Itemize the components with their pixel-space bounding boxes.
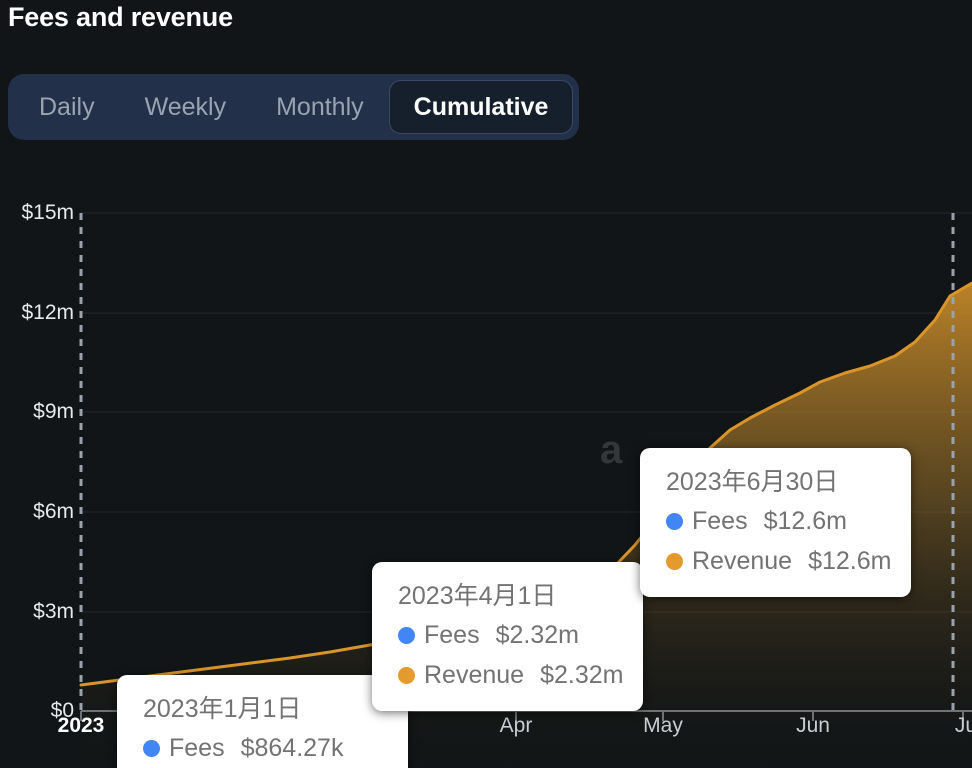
tab-monthly[interactable]: Monthly	[251, 80, 389, 134]
tooltip-series-value: $2.32m	[496, 616, 579, 656]
granularity-tab-bar: Daily Weekly Monthly Cumulative	[8, 74, 579, 140]
tab-daily[interactable]: Daily	[14, 80, 120, 134]
fees-dot-icon	[143, 740, 160, 757]
y-tick-label: $6m	[2, 500, 74, 524]
fees-revenue-panel: Fees and revenue Daily Weekly Monthly Cu…	[0, 0, 972, 768]
tooltip-series-name: Fees	[692, 502, 748, 542]
x-tick-label: Jun	[796, 714, 830, 738]
y-axis: $15m $12m $9m $6m $3m $0	[0, 190, 74, 768]
revenue-dot-icon	[398, 667, 415, 684]
fees-revenue-chart[interactable]: a $15m $12m $9m $6m $3m $0 2023 Feb Mar …	[0, 190, 972, 768]
tooltip-row-revenue: Revenue $2.32m	[398, 656, 623, 696]
chart-tooltip: 2023年4月1日 Fees $2.32m Revenue $2.32m	[372, 562, 643, 711]
tooltip-row-fees: Fees $2.32m	[398, 616, 623, 656]
tooltip-date: 2023年1月1日	[143, 689, 388, 725]
y-tick-label: $12m	[2, 301, 74, 325]
tooltip-series-name: Revenue	[692, 542, 792, 582]
tooltip-row-fees: Fees $12.6m	[666, 502, 891, 542]
tooltip-series-value: $2.32m	[540, 656, 623, 696]
page-title: Fees and revenue	[8, 2, 233, 33]
tooltip-series-name: Fees	[424, 616, 480, 656]
fees-dot-icon	[666, 513, 683, 530]
y-tick-label: $9m	[2, 400, 74, 424]
tooltip-series-name: Fees	[169, 729, 225, 768]
tab-cumulative[interactable]: Cumulative	[389, 80, 574, 134]
x-tick-label: Ju	[955, 714, 972, 738]
x-tick-label: 2023	[58, 714, 105, 738]
brand-watermark: a	[600, 428, 622, 473]
y-tick-label: $3m	[2, 600, 74, 624]
tooltip-series-value: $864.27k	[241, 729, 344, 768]
tooltip-row-fees: Fees $864.27k	[143, 729, 388, 768]
chart-tooltip: 2023年1月1日 Fees $864.27k Revenue $864.27k	[117, 675, 408, 768]
tooltip-series-value: $12.6m	[808, 542, 891, 582]
tooltip-series-value: $12.6m	[764, 502, 847, 542]
tooltip-series-name: Revenue	[424, 656, 524, 696]
tooltip-date: 2023年6月30日	[666, 462, 891, 498]
revenue-dot-icon	[666, 553, 683, 570]
x-tick-label: Apr	[500, 714, 533, 738]
tab-weekly[interactable]: Weekly	[120, 80, 252, 134]
x-tick-label: May	[643, 714, 683, 738]
tooltip-date: 2023年4月1日	[398, 576, 623, 612]
tooltip-row-revenue: Revenue $12.6m	[666, 542, 891, 582]
chart-tooltip: 2023年6月30日 Fees $12.6m Revenue $12.6m	[640, 448, 911, 597]
fees-dot-icon	[398, 627, 415, 644]
y-tick-label: $15m	[2, 201, 74, 225]
